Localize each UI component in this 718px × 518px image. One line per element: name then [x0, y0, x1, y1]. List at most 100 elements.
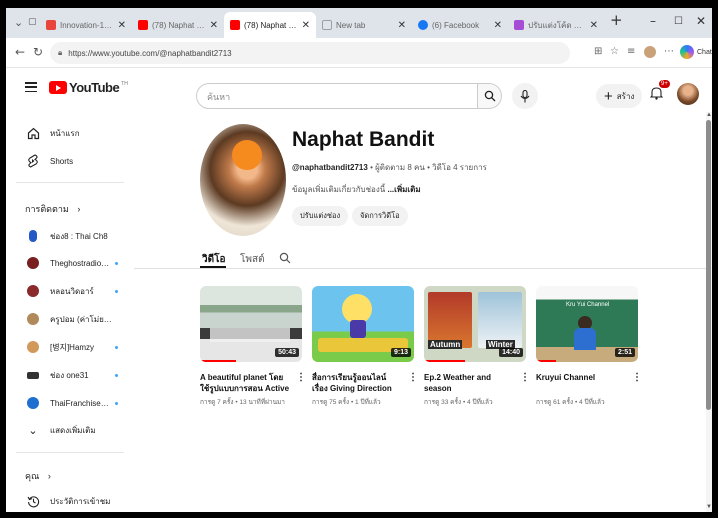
- close-tab-icon[interactable]: ✕: [398, 20, 406, 31]
- watch-progress-bar: [200, 360, 236, 362]
- video-more-options-icon[interactable]: ⋮: [296, 372, 306, 383]
- video-title[interactable]: A beautiful planet โดยใช้รูปแบบการสอน Ac…: [200, 372, 292, 394]
- subscriptions-header[interactable]: การติดตาม ›: [25, 202, 80, 216]
- video-title[interactable]: Ep.2 Weather and season: [424, 372, 516, 394]
- new-tab-icon: [322, 20, 332, 30]
- channel-avatar-large[interactable]: [200, 124, 286, 236]
- address-bar-row: ← ↻ 🔒︎ https://www.youtube.com/@naphatba…: [6, 38, 712, 68]
- search-button[interactable]: [478, 83, 502, 109]
- app-available-icon[interactable]: ⊞: [594, 46, 602, 57]
- new-tab-plus-icon[interactable]: +: [610, 11, 623, 29]
- channel-description[interactable]: ข้อมูลเพิ่มเติมเกี่ยวกับช่องนี้ ...เพิ่ม…: [292, 183, 421, 196]
- more-options-icon[interactable]: ⋯: [664, 46, 674, 57]
- scroll-down-arrow-icon[interactable]: ▼: [706, 504, 712, 510]
- sidebar-channel-item[interactable]: TheghostradioO...: [6, 250, 134, 276]
- favorites-list-icon[interactable]: ≡: [627, 46, 635, 57]
- browser-tab-active[interactable]: (78) Naphat Bandit - Yo ✕: [224, 12, 316, 38]
- close-window-icon[interactable]: ✕: [696, 14, 706, 28]
- channel-handle: @naphatbandit2713: [292, 163, 368, 172]
- site-info-lock-icon[interactable]: 🔒︎: [58, 48, 62, 58]
- browser-tab[interactable]: (78) Naphat Bandit - Yo ✕: [132, 12, 224, 38]
- close-tab-icon[interactable]: ✕: [494, 20, 502, 31]
- sidebar-channel-item[interactable]: [병지]Hamzy: [6, 334, 134, 360]
- close-tab-icon[interactable]: ✕: [210, 20, 218, 31]
- sidebar-channel-item[interactable]: ช่อง8 : Thai Ch8: [6, 223, 134, 249]
- tab-actions-chevron-icon[interactable]: ⌄: [14, 16, 23, 29]
- manage-videos-button[interactable]: จัดการวิดีโอ: [352, 206, 408, 226]
- sidebar-item-home[interactable]: หน้าแรก: [6, 120, 134, 146]
- new-content-dot: [115, 401, 118, 405]
- video-title[interactable]: Kruyui Channel: [536, 372, 628, 383]
- video-card[interactable]: Kru Yui Channel 2:51 Kruyui Channel ⋮ กา…: [536, 286, 642, 406]
- guide-sidebar: หน้าแรก Shorts การติดตาม › ช่อง8 : Thai …: [6, 112, 134, 512]
- sidebar-divider: [16, 182, 124, 183]
- minimize-icon[interactable]: –: [650, 14, 656, 28]
- tabs-divider: [134, 268, 712, 269]
- more-link[interactable]: ...เพิ่มเติม: [387, 185, 420, 194]
- video-duration: 2:51: [614, 348, 635, 357]
- browser-tab[interactable]: (6) Facebook ✕: [412, 12, 508, 38]
- video-thumbnail[interactable]: Autumn Winter 14:40: [424, 286, 526, 362]
- browser-tab[interactable]: Innovation-144.pdf ✕: [40, 12, 132, 38]
- show-more-button[interactable]: ⌄ แสดงเพิ่มเติม: [6, 417, 134, 443]
- video-thumbnail[interactable]: 50:43: [200, 286, 302, 362]
- sidebar-channel-item[interactable]: ครูปอม (ค่าโม่ย Story): [6, 306, 134, 332]
- favorite-star-icon[interactable]: ☆: [610, 46, 619, 57]
- account-avatar[interactable]: [677, 83, 699, 105]
- video-card[interactable]: 9:13 สื่อการเรียนรู้ออนไลน์ เรื่อง Givin…: [312, 286, 418, 406]
- home-icon: [26, 126, 40, 140]
- profile-avatar[interactable]: [644, 46, 656, 58]
- customize-channel-button[interactable]: ปรับแต่งช่อง: [292, 206, 349, 226]
- watch-progress-bar: [536, 360, 557, 362]
- browser-tab[interactable]: New tab ✕: [316, 12, 412, 38]
- close-tab-icon[interactable]: ✕: [302, 20, 310, 31]
- close-tab-icon[interactable]: ✕: [590, 20, 598, 31]
- sidebar-item-history[interactable]: ประวัติการเข้าชม: [6, 488, 134, 512]
- video-meta: การดู 33 ครั้ง • 4 ปีที่แล้ว: [424, 399, 493, 406]
- sidebar-channel-item[interactable]: ThaiFranchiseCe...: [6, 390, 134, 416]
- scrollbar-thumb[interactable]: [706, 120, 711, 410]
- close-tab-icon[interactable]: ✕: [118, 20, 126, 31]
- video-meta: การดู 75 ครั้ง • 1 ปีที่แล้ว: [312, 399, 381, 406]
- tab-posts[interactable]: โพสต์: [240, 252, 265, 267]
- channel-avatar: [27, 313, 39, 325]
- video-thumbnail[interactable]: 9:13: [312, 286, 414, 362]
- voice-search-button[interactable]: [512, 83, 538, 109]
- refresh-icon[interactable]: ↻: [33, 45, 43, 59]
- notifications-bell-icon[interactable]: [650, 86, 663, 100]
- video-thumbnail[interactable]: Kru Yui Channel 2:51: [536, 286, 638, 362]
- youtube-logo[interactable]: YouTube TH: [49, 80, 128, 95]
- video-meta: การดู 61 ครั้ง • 4 ปีที่แล้ว: [536, 399, 605, 406]
- sidebar-channel-item[interactable]: หลอนวิดอาร์: [6, 278, 134, 304]
- search-input[interactable]: ค้นหา: [196, 83, 478, 109]
- create-button[interactable]: + สร้าง: [596, 84, 643, 108]
- scroll-up-arrow-icon[interactable]: ▲: [706, 112, 712, 118]
- video-more-options-icon[interactable]: ⋮: [632, 372, 642, 383]
- search-icon: [484, 90, 495, 102]
- youtube-play-icon: [49, 81, 67, 94]
- new-content-dot: [115, 345, 118, 349]
- menu-hamburger-icon[interactable]: [25, 82, 37, 92]
- maximize-icon[interactable]: ☐: [674, 16, 683, 27]
- url-field[interactable]: 🔒︎ https://www.youtube.com/@naphatbandit…: [50, 42, 570, 64]
- video-card[interactable]: Autumn Winter 14:40 Ep.2 Weather and sea…: [424, 286, 530, 406]
- channel-stats: • ผู้ติดตาม 8 คน • วิดีโอ 4 รายการ: [370, 163, 487, 172]
- channel-search-icon[interactable]: [279, 252, 291, 264]
- video-card[interactable]: 50:43 A beautiful planet โดยใช้รูปแบบการ…: [200, 286, 306, 406]
- tab-videos[interactable]: วิดีโอ: [202, 252, 226, 267]
- you-header[interactable]: คุณ ›: [25, 469, 51, 483]
- video-duration: 9:13: [390, 348, 411, 357]
- video-more-options-icon[interactable]: ⋮: [408, 372, 418, 383]
- video-more-options-icon[interactable]: ⋮: [520, 372, 530, 383]
- video-title[interactable]: สื่อการเรียนรู้ออนไลน์ เรื่อง Giving Dir…: [312, 372, 404, 394]
- back-arrow-icon[interactable]: ←: [15, 45, 25, 59]
- copilot-button[interactable]: Chat: [680, 45, 712, 59]
- browser-tab[interactable]: ปรับแต่งโค้ด QR ของคุณ ✕: [508, 12, 604, 38]
- sidebar-channel-item[interactable]: ช่อง one31: [6, 362, 134, 388]
- copilot-icon: [680, 45, 694, 59]
- chevron-right-icon: ›: [47, 471, 51, 481]
- facebook-icon: [418, 20, 428, 30]
- watch-progress-bar: [424, 360, 465, 362]
- workspaces-icon[interactable]: ▢: [28, 17, 37, 27]
- sidebar-item-shorts[interactable]: Shorts: [6, 148, 134, 174]
